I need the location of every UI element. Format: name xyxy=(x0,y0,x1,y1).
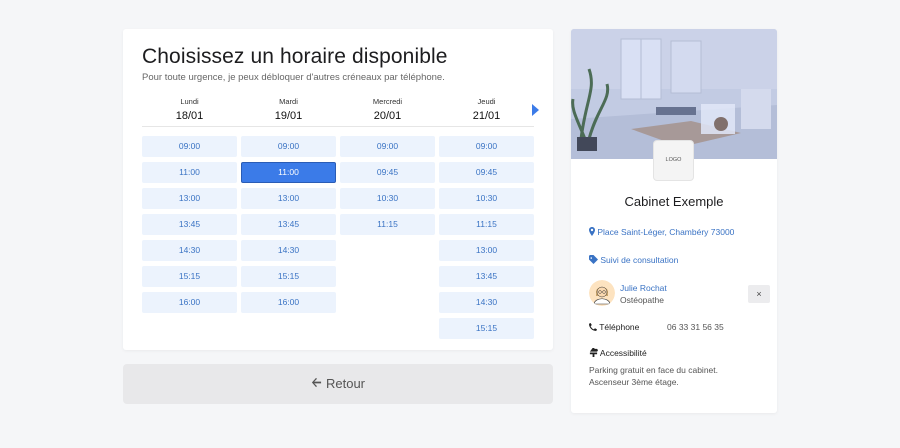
suivi-consultation-link[interactable]: Suivi de consultation xyxy=(589,255,678,266)
slots-column-thursday: 09:00 09:45 10:30 11:15 13:00 13:45 14:30 15:15 xyxy=(439,136,534,344)
slots-column-tuesday: 09:00 11:00 13:00 13:45 14:30 15:15 16:00 xyxy=(241,136,336,318)
time-slot-button[interactable]: 09:00 xyxy=(439,136,534,157)
day-name: Mercredi xyxy=(372,97,403,106)
day-header-monday: Lundi 18/01 xyxy=(142,97,237,122)
accessibility-label: Accessibilité xyxy=(599,348,647,358)
accessibility-line: Ascenseur 3ème étage. xyxy=(589,377,679,387)
day-header-tuesday: Mardi 19/01 xyxy=(241,97,336,122)
day-date: 18/01 xyxy=(175,110,204,122)
suivi-consultation-text: Suivi de consultation xyxy=(600,255,679,265)
cabinet-address-text: Place Saint-Léger, Chambéry 73000 xyxy=(597,227,735,237)
practitioner-role: Ostéopathe xyxy=(620,295,664,305)
time-slot-button[interactable]: 09:45 xyxy=(439,162,534,183)
arrow-left-icon xyxy=(311,364,322,404)
page-title: Choisissez un horaire disponible xyxy=(142,45,448,68)
time-slot-button[interactable]: 09:00 xyxy=(241,136,336,157)
time-slot-button[interactable]: 14:30 xyxy=(142,240,237,261)
signpost-icon xyxy=(589,348,598,359)
day-name: Mardi xyxy=(279,97,298,106)
phone-label: Téléphone xyxy=(599,322,640,332)
time-slot-button[interactable]: 11:15 xyxy=(439,214,534,235)
time-slot-button[interactable]: 14:30 xyxy=(241,240,336,261)
day-header-thursday: Jeudi 21/01 xyxy=(439,97,534,122)
time-slot-button[interactable]: 16:00 xyxy=(241,292,336,313)
map-pin-icon xyxy=(589,227,595,238)
time-slot-button[interactable]: 13:00 xyxy=(142,188,237,209)
cabinet-logo: LOGO xyxy=(654,141,693,180)
practitioner-row: Julie Rochat Ostéopathe × xyxy=(589,279,770,309)
day-date: 21/01 xyxy=(472,110,501,122)
day-header-row: Lundi 18/01 Mardi 19/01 Mercredi 20/01 J… xyxy=(142,97,534,127)
day-date: 19/01 xyxy=(274,110,303,122)
tag-icon xyxy=(589,255,598,266)
cabinet-card: LOGO Cabinet Exemple Place Saint-Léger, … xyxy=(571,29,777,413)
accessibility-line: Parking gratuit en face du cabinet. xyxy=(589,365,718,375)
time-slot-button[interactable]: 11:15 xyxy=(340,214,435,235)
day-header-wednesday: Mercredi 20/01 xyxy=(340,97,435,122)
time-slot-button[interactable]: 13:45 xyxy=(142,214,237,235)
booking-card: Choisissez un horaire disponible Pour to… xyxy=(123,29,553,350)
cabinet-photo xyxy=(571,29,777,159)
phone-icon xyxy=(589,322,597,333)
day-name: Lundi xyxy=(180,97,199,106)
time-slot-button[interactable]: 09:45 xyxy=(340,162,435,183)
time-slot-button[interactable]: 13:45 xyxy=(241,214,336,235)
chevron-right-icon[interactable] xyxy=(532,104,539,116)
page-subtitle: Pour toute urgence, je peux débloquer d'… xyxy=(142,72,445,83)
avatar xyxy=(589,280,615,306)
slots-column-monday: 09:00 11:00 13:00 13:45 14:30 15:15 16:00 xyxy=(142,136,237,318)
time-slot-button[interactable]: 09:00 xyxy=(340,136,435,157)
cabinet-name: Cabinet Exemple xyxy=(624,194,724,209)
day-date: 20/01 xyxy=(373,110,402,122)
accessibility-label-row: Accessibilité xyxy=(589,348,647,359)
time-slot-button[interactable]: 10:30 xyxy=(340,188,435,209)
time-slot-button[interactable]: 13:00 xyxy=(241,188,336,209)
time-slot-button[interactable]: 14:30 xyxy=(439,292,534,313)
close-button[interactable]: × xyxy=(748,285,770,303)
back-button-label: Retour xyxy=(325,376,366,391)
phone-value[interactable]: 06 33 31 56 35 xyxy=(667,322,724,332)
phone-label-row: Téléphone xyxy=(589,322,639,333)
time-slot-button[interactable]: 16:00 xyxy=(142,292,237,313)
time-slot-button[interactable]: 13:00 xyxy=(439,240,534,261)
time-slot-button[interactable]: 15:15 xyxy=(439,318,534,339)
back-button[interactable]: Retour xyxy=(123,364,553,404)
day-name: Jeudi xyxy=(477,97,496,106)
time-slot-button[interactable]: 15:15 xyxy=(241,266,336,287)
time-slot-button[interactable]: 15:15 xyxy=(142,266,237,287)
slots-column-wednesday: 09:00 09:45 10:30 11:15 xyxy=(340,136,435,240)
time-slot-button[interactable]: 10:30 xyxy=(439,188,534,209)
time-slot-button[interactable]: 13:45 xyxy=(439,266,534,287)
time-slot-button[interactable]: 09:00 xyxy=(142,136,237,157)
time-slot-button[interactable]: 11:00 xyxy=(142,162,237,183)
cabinet-address-link[interactable]: Place Saint-Léger, Chambéry 73000 xyxy=(589,227,734,238)
time-slot-button[interactable]: 11:00 xyxy=(241,162,336,183)
accessibility-text: Parking gratuit en face du cabinet. Asce… xyxy=(589,364,769,388)
practitioner-name[interactable]: Julie Rochat xyxy=(620,283,667,293)
